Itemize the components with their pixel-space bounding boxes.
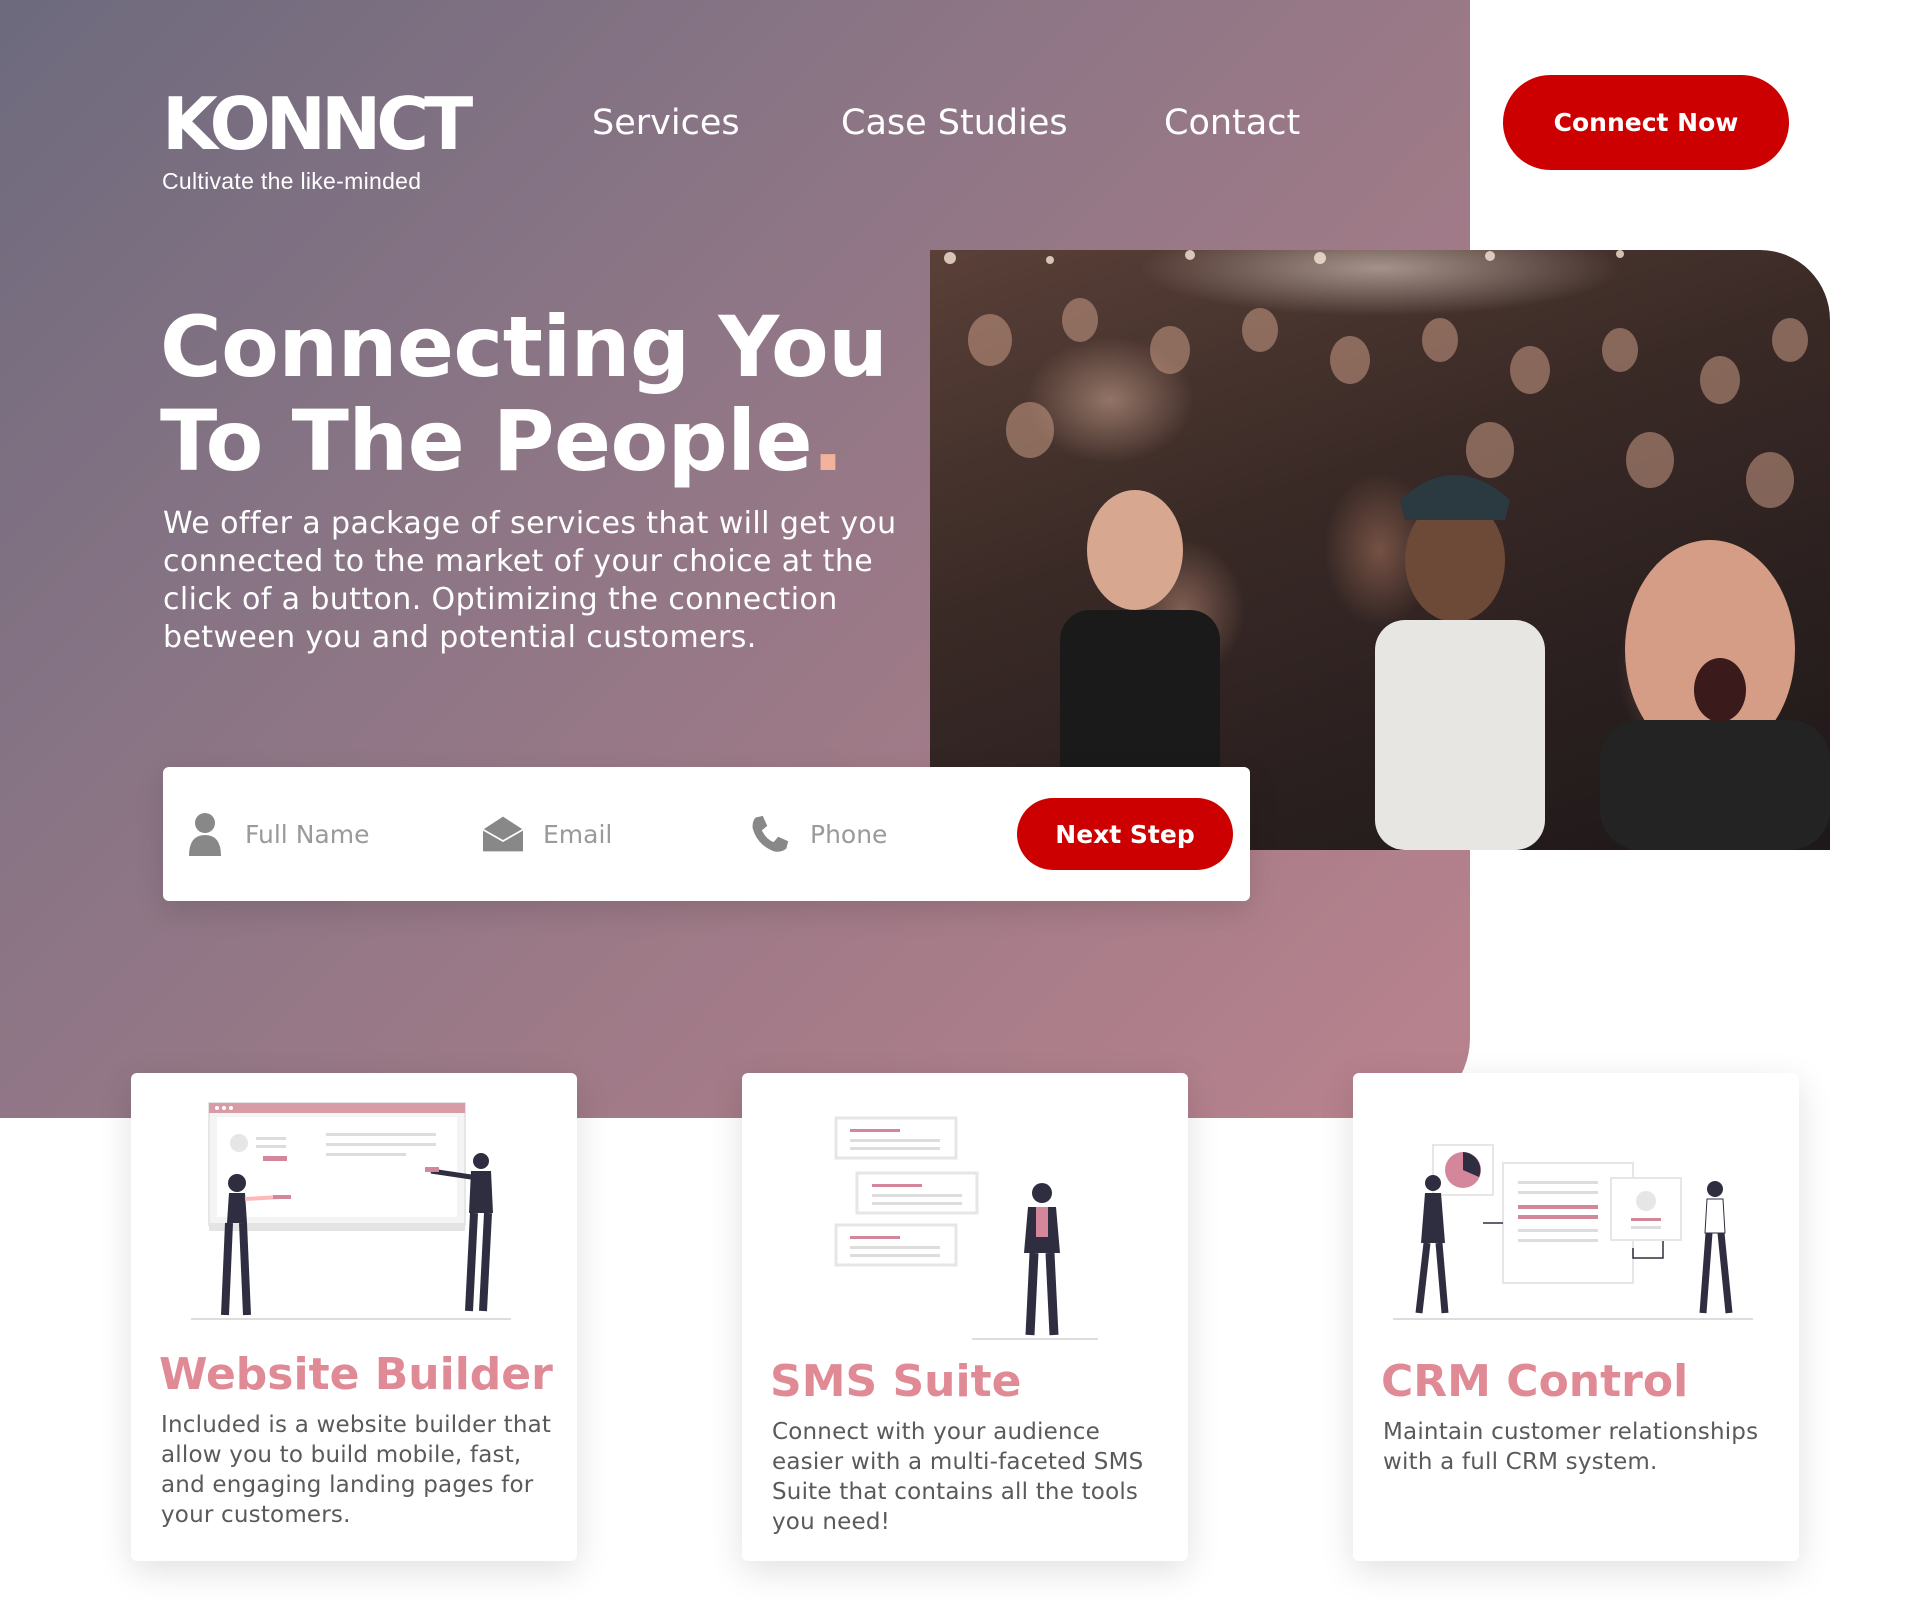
email-input[interactable] (541, 818, 725, 850)
service-card-crm-control[interactable]: CRM Control Maintain customer relationsh… (1353, 1073, 1799, 1561)
card-description: Connect with your audience easier with a… (772, 1419, 1144, 1535)
user-icon (185, 812, 225, 856)
signup-form: Next Step (163, 767, 1250, 901)
headline-dot: . (812, 392, 844, 490)
headline-line-2: To The People (160, 392, 813, 490)
hero-subtext: We offer a package of services that will… (163, 506, 897, 655)
envelope-icon (483, 812, 523, 856)
card-title: SMS Suite (770, 1356, 1022, 1407)
phone-icon (750, 812, 790, 856)
hero-headline: Connecting You To The People. (160, 298, 888, 490)
phone-field[interactable] (750, 767, 992, 901)
full-name-input[interactable] (243, 818, 427, 850)
brand-logo[interactable]: KONNCT Cultivate the like-minded (162, 82, 473, 195)
email-field[interactable] (483, 767, 725, 901)
phone-input[interactable] (808, 818, 992, 850)
next-step-button[interactable]: Next Step (1017, 798, 1233, 870)
logo-tagline: Cultivate the like-minded (162, 168, 422, 194)
crm-control-illustration (1393, 1144, 1753, 1320)
service-card-website-builder[interactable]: Website Builder Included is a website bu… (131, 1073, 577, 1561)
sms-suite-illustration (834, 1116, 1098, 1340)
website-builder-illustration (191, 1102, 511, 1320)
logo-wordmark: KONNCT (162, 82, 473, 166)
nav-link-services[interactable]: Services (592, 103, 740, 143)
nav-link-case-studies[interactable]: Case Studies (841, 103, 1068, 143)
nav-link-contact[interactable]: Contact (1164, 103, 1300, 143)
card-title: CRM Control (1381, 1356, 1689, 1407)
card-description: Included is a website builder that allow… (161, 1412, 552, 1528)
hero-crowd-photo (930, 250, 1830, 850)
card-description: Maintain customer relationships with a f… (1383, 1419, 1759, 1475)
connect-now-button[interactable]: Connect Now (1503, 75, 1789, 170)
service-card-sms-suite[interactable]: SMS Suite Connect with your audience eas… (742, 1073, 1188, 1561)
card-title: Website Builder (159, 1349, 553, 1400)
headline-line-1: Connecting You (160, 298, 888, 396)
full-name-field[interactable] (185, 767, 427, 901)
